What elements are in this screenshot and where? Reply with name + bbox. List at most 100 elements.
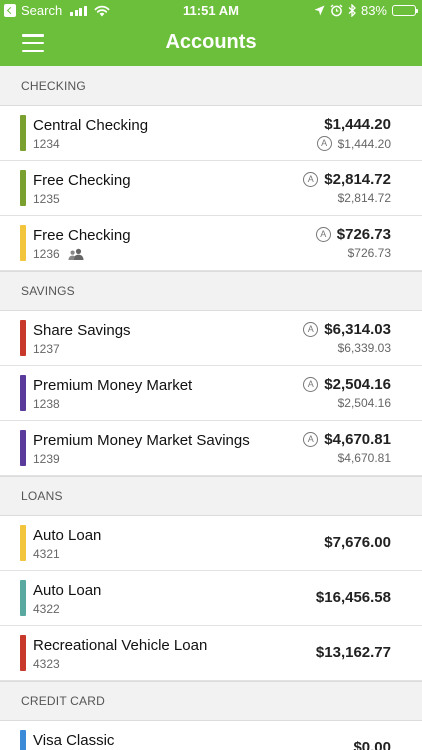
- status-bar: Search 11:51 AM 83%: [0, 0, 422, 22]
- a-circle-badge-icon: A: [303, 172, 319, 187]
- navigation-bar: Accounts: [0, 22, 422, 66]
- battery-icon: [392, 5, 418, 16]
- current-balance-value: $2,504.16: [324, 376, 391, 393]
- status-right: 83%: [314, 3, 418, 18]
- account-row[interactable]: Auto Loan 4321 $7,676.00: [0, 516, 422, 571]
- account-number: 4323: [33, 657, 60, 671]
- account-color-bar: [20, 730, 26, 750]
- location-arrow-icon: [314, 5, 325, 16]
- account-number: 4321: [33, 547, 60, 561]
- balance-block: $0.00: [353, 721, 391, 750]
- account-color-bar: [20, 375, 26, 411]
- account-number-text: 4323: [33, 657, 60, 671]
- current-balance: $1,444.20: [317, 116, 391, 133]
- balance-block: A $2,504.16 $2,504.16: [303, 366, 391, 421]
- account-color-bar: [20, 115, 26, 151]
- account-number-text: 1235: [33, 192, 60, 206]
- available-balance-value: $6,339.03: [337, 341, 391, 355]
- account-number: 1235: [33, 192, 60, 206]
- current-balance: A $6,314.03: [303, 321, 391, 338]
- a-circle-badge-icon: A: [315, 227, 331, 242]
- section-header: CHECKING: [0, 66, 422, 106]
- account-color-bar: [20, 580, 26, 616]
- account-name: Share Savings: [33, 322, 131, 339]
- account-number: 4322: [33, 602, 60, 616]
- account-number: 1236: [33, 247, 84, 261]
- account-color-bar: [20, 170, 26, 206]
- account-row[interactable]: Auto Loan 4322 $16,456.58: [0, 571, 422, 626]
- bluetooth-icon: [348, 4, 356, 17]
- account-number-text: 1238: [33, 397, 60, 411]
- a-circle-badge-icon: A: [303, 322, 319, 337]
- current-balance-value: $2,814.72: [324, 171, 391, 188]
- account-row[interactable]: Free Checking 1235 A $2,814.72 $2,814.72: [0, 161, 422, 216]
- current-balance: $13,162.77: [316, 644, 391, 661]
- account-name: Recreational Vehicle Loan: [33, 637, 208, 654]
- account-number: 1237: [33, 342, 60, 356]
- available-balance-value: $4,670.81: [337, 451, 391, 465]
- account-name: Premium Money Market: [33, 377, 193, 394]
- current-balance: $0.00: [353, 739, 391, 750]
- account-row[interactable]: Premium Money Market Savings 1239 A $4,670.…: [0, 421, 422, 476]
- a-circle-badge-icon: A: [303, 377, 319, 392]
- app-header: Search 11:51 AM 83% Accounts: [0, 0, 422, 66]
- balance-block: A $2,814.72 $2,814.72: [303, 161, 391, 216]
- section-header: SAVINGS: [0, 271, 422, 311]
- available-balance: $2,504.16: [303, 396, 391, 410]
- account-row[interactable]: Free Checking 1236 A $726.73 $726.73: [0, 216, 422, 271]
- current-balance: A $726.73: [315, 226, 391, 243]
- section-header: LOANS: [0, 476, 422, 516]
- available-balance-value: $2,814.72: [337, 191, 391, 205]
- current-balance: A $4,670.81: [303, 431, 391, 448]
- page-title: Accounts: [165, 31, 257, 53]
- account-color-bar: [20, 225, 26, 261]
- accounts-list[interactable]: CHECKING Central Checking 1234 $1,444.20 A $1…: [0, 66, 422, 750]
- section-header: CREDIT CARD: [0, 681, 422, 721]
- available-balance-value: $726.73: [347, 246, 391, 260]
- account-number: 1239: [33, 452, 60, 466]
- account-number: 1238: [33, 397, 60, 411]
- current-balance-value: $0.00: [353, 739, 391, 750]
- account-number: 1234: [33, 137, 60, 151]
- available-balance: $726.73: [316, 246, 391, 260]
- account-name: Premium Money Market Savings: [33, 432, 250, 449]
- account-name: Auto Loan: [33, 527, 102, 544]
- available-balance: $6,339.03: [303, 341, 391, 355]
- balance-block: A $726.73 $726.73: [315, 216, 391, 271]
- current-balance: $7,676.00: [324, 534, 391, 551]
- current-balance-value: $7,676.00: [324, 534, 391, 551]
- current-balance-value: $1,444.20: [324, 116, 391, 133]
- account-row[interactable]: Visa Classic $0.00: [0, 721, 422, 750]
- current-balance-value: $6,314.03: [324, 321, 391, 338]
- account-name: Free Checking: [33, 172, 131, 189]
- balance-block: $1,444.20 A $1,444.20: [316, 106, 391, 161]
- account-color-bar: [20, 525, 26, 561]
- account-name: Free Checking: [33, 227, 131, 244]
- balance-block: A $4,670.81 $4,670.81: [303, 421, 391, 476]
- account-row[interactable]: Premium Money Market 1238 A $2,504.16 $2,504…: [0, 366, 422, 421]
- account-number-text: 1234: [33, 137, 60, 151]
- account-number-text: 1239: [33, 452, 60, 466]
- current-balance: $16,456.58: [316, 589, 391, 606]
- account-color-bar: [20, 320, 26, 356]
- account-name: Central Checking: [33, 117, 149, 134]
- available-balance: $4,670.81: [303, 451, 391, 465]
- alarm-clock-icon: [330, 4, 343, 17]
- account-number-text: 1237: [33, 342, 60, 356]
- available-balance-value: $2,504.16: [337, 396, 391, 410]
- people-icon: [68, 248, 84, 260]
- balance-block: $16,456.58: [316, 571, 391, 626]
- account-row[interactable]: Recreational Vehicle Loan 4323 $13,162.77: [0, 626, 422, 681]
- account-row[interactable]: Share Savings 1237 A $6,314.03 $6,339.03: [0, 311, 422, 366]
- balance-block: $13,162.77: [316, 626, 391, 681]
- available-balance: $2,814.72: [303, 191, 391, 205]
- available-balance-value: $1,444.20: [337, 136, 391, 151]
- balance-block: $7,676.00: [324, 516, 391, 571]
- current-balance-value: $13,162.77: [315, 644, 391, 661]
- account-name: Visa Classic: [33, 732, 115, 749]
- account-row[interactable]: Central Checking 1234 $1,444.20 A $1,444.20: [0, 106, 422, 161]
- current-balance-value: $16,456.58: [315, 589, 391, 606]
- current-balance-value: $4,670.81: [324, 431, 391, 448]
- balance-block: A $6,314.03 $6,339.03: [303, 311, 391, 366]
- current-balance: A $2,504.16: [303, 376, 391, 393]
